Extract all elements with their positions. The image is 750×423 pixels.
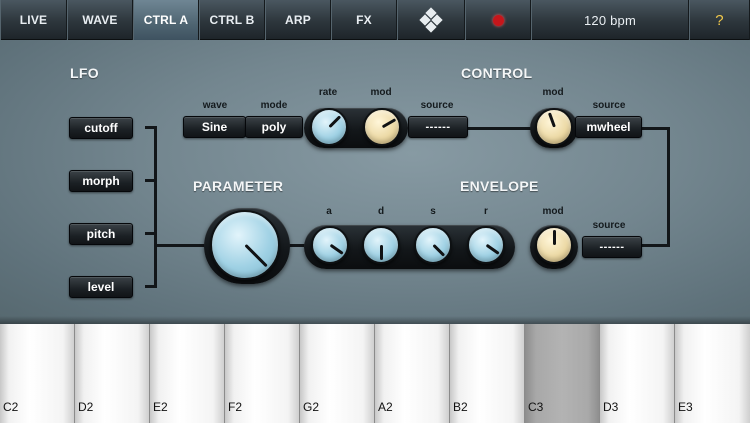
key-f2[interactable]: F2 (225, 324, 300, 423)
piano-keyboard: C2 D2 E2 F2 G2 A2 B2 C3 D3 E3 (0, 324, 750, 423)
lfo-rate-knob[interactable] (310, 108, 348, 146)
env-release-knob[interactable] (467, 226, 505, 264)
wire (667, 127, 670, 247)
lfo-source-label: source (420, 100, 454, 111)
help-button[interactable]: ? (689, 0, 750, 40)
tempo-display[interactable]: 120 bpm (531, 0, 689, 40)
control-mod-knob[interactable] (535, 108, 573, 146)
record-dot-icon (492, 14, 504, 26)
tab-live-label: LIVE (19, 13, 48, 27)
env-source-select[interactable]: ------ (582, 236, 642, 258)
tab-arp[interactable]: ARP (265, 0, 331, 40)
key-d3[interactable]: D3 (600, 324, 675, 423)
lfo-target-cutoff[interactable]: cutoff (69, 117, 133, 139)
diamond-logo-icon (419, 7, 443, 33)
env-r-label: r (484, 206, 488, 217)
tab-wave[interactable]: WAVE (67, 0, 133, 40)
tab-ctrl-b-label: CTRL B (209, 13, 255, 27)
wire (640, 244, 670, 247)
env-a-label: a (326, 206, 332, 217)
wave-value: Sine (201, 120, 228, 134)
key-label: C2 (3, 400, 19, 414)
logo-button[interactable] (397, 0, 465, 40)
tab-wave-label: WAVE (82, 13, 118, 27)
key-a2[interactable]: A2 (375, 324, 450, 423)
wire (154, 244, 210, 247)
lfo-target-morph[interactable]: morph (69, 170, 133, 192)
parameter-title: PARAMETER (193, 178, 284, 194)
key-g2[interactable]: G2 (300, 324, 375, 423)
key-c3[interactable]: C3 (525, 324, 600, 423)
lfo-source-select[interactable]: ------ (408, 116, 468, 138)
parameter-knob[interactable] (210, 210, 280, 280)
key-label: D3 (603, 400, 619, 414)
tab-ctrl-a-label: CTRL A (143, 13, 189, 27)
env-d-label: d (377, 206, 385, 217)
morph-label: morph (82, 174, 120, 188)
key-label: E3 (678, 400, 693, 414)
tab-ctrl-b[interactable]: CTRL B (199, 0, 265, 40)
env-mod-knob[interactable] (535, 226, 573, 264)
env-sustain-knob[interactable] (414, 226, 452, 264)
tab-ctrl-a[interactable]: CTRL A (133, 0, 199, 40)
cutoff-label: cutoff (84, 121, 118, 135)
mode-label: mode (260, 100, 288, 111)
tab-fx[interactable]: FX (331, 0, 397, 40)
pitch-label: pitch (86, 227, 116, 241)
key-label: E2 (153, 400, 168, 414)
record-button[interactable] (465, 0, 531, 40)
wire (640, 127, 670, 130)
control-source-value: mwheel (586, 120, 631, 134)
lfo-mod-knob[interactable] (363, 108, 401, 146)
wire (154, 126, 157, 288)
tempo-value: 120 bpm (584, 12, 636, 28)
key-b2[interactable]: B2 (450, 324, 525, 423)
control-title: CONTROL (461, 65, 533, 81)
mode-value: poly (261, 120, 287, 134)
tab-fx-label: FX (356, 13, 372, 27)
tab-live[interactable]: LIVE (0, 0, 67, 40)
env-mod-label: mod (542, 206, 564, 217)
key-d2[interactable]: D2 (75, 324, 150, 423)
lfo-title: LFO (70, 65, 99, 81)
env-source-value: ------ (599, 241, 625, 253)
control-mod-label: mod (542, 87, 564, 98)
ctrl-a-panel: LFO CONTROL PARAMETER ENVELOPE cutoff mo… (0, 40, 750, 324)
lfo-target-level[interactable]: level (69, 276, 133, 298)
top-nav-bar: LIVE WAVE CTRL A CTRL B ARP FX 120 bpm ? (0, 0, 750, 40)
key-label: A2 (378, 400, 393, 414)
lfo-mod-label: mod (370, 87, 392, 98)
wave-label: wave (202, 100, 228, 111)
control-source-label: source (592, 100, 626, 111)
mode-select[interactable]: poly (245, 116, 303, 138)
control-source-select[interactable]: mwheel (575, 116, 642, 138)
lfo-source-value: ------ (425, 121, 451, 133)
lfo-target-pitch[interactable]: pitch (69, 223, 133, 245)
key-label: C3 (528, 400, 544, 414)
key-e3[interactable]: E3 (675, 324, 750, 423)
env-source-label: source (592, 220, 626, 231)
key-e2[interactable]: E2 (150, 324, 225, 423)
key-label: D2 (78, 400, 94, 414)
env-attack-knob[interactable] (311, 226, 349, 264)
key-label: F2 (228, 400, 243, 414)
help-icon: ? (715, 11, 724, 29)
wave-select[interactable]: Sine (183, 116, 246, 138)
tab-arp-label: ARP (285, 13, 311, 27)
wire (466, 127, 536, 130)
level-label: level (87, 280, 115, 294)
env-decay-knob[interactable] (362, 226, 400, 264)
key-label: B2 (453, 400, 468, 414)
key-c2[interactable]: C2 (0, 324, 75, 423)
rate-label: rate (318, 87, 338, 98)
key-label: G2 (303, 400, 320, 414)
env-s-label: s (430, 206, 436, 217)
envelope-title: ENVELOPE (460, 178, 539, 194)
